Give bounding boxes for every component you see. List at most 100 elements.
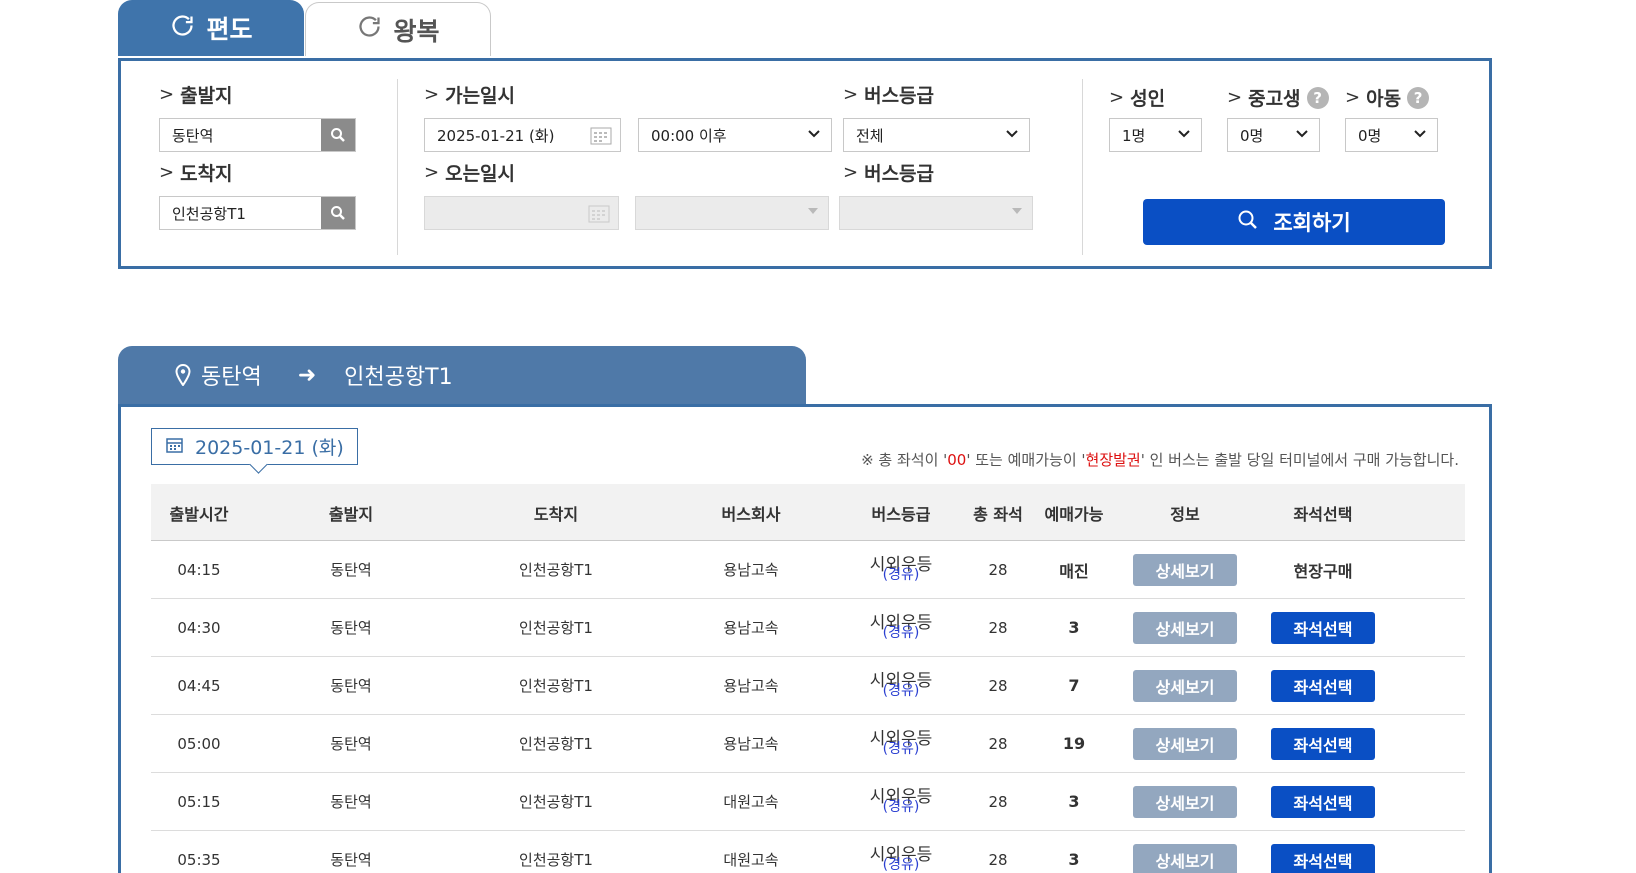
total-seats-cell: 28 xyxy=(988,676,1008,695)
departure-cell: 동탄역 xyxy=(330,677,372,695)
arrival-cell: 인천공항T1 xyxy=(519,561,593,579)
return-bus-grade-label: > 버스등급 xyxy=(843,162,935,185)
total-seats-cell: 28 xyxy=(988,734,1008,753)
location-pin-icon xyxy=(175,364,191,386)
grade-cell: 시외우등 (경유) xyxy=(851,715,951,772)
grade-cell: 시외우등 (경유) xyxy=(851,541,951,598)
go-date-label: > 가는일시 xyxy=(424,84,516,107)
youth-select[interactable]: 0명 xyxy=(1227,118,1320,152)
detail-button[interactable]: 상세보기 xyxy=(1133,611,1237,644)
seat-select-cell: 좌석선택 xyxy=(1271,599,1375,656)
go-date-value: 2025-01-21 (화) xyxy=(437,126,555,145)
calendar-icon xyxy=(166,436,183,458)
search-icon[interactable] xyxy=(321,119,355,151)
results-date-value: 2025-01-21 (화) xyxy=(195,437,344,459)
detail-button[interactable]: 상세보기 xyxy=(1133,669,1237,702)
go-time-select[interactable]: 00:00 이후 xyxy=(638,118,832,152)
available-cell: 19 xyxy=(1062,734,1086,753)
onsite-purchase-label: 현장구매 xyxy=(1293,561,1353,581)
info-cell: 상세보기 xyxy=(1133,541,1237,598)
arrival-field[interactable]: 인천공항T1 xyxy=(159,196,356,230)
search-icon[interactable] xyxy=(321,197,355,229)
adult-select[interactable]: 1명 xyxy=(1109,118,1202,152)
grade-cell: 시외우등 (경유) xyxy=(851,599,951,656)
info-cell: 상세보기 xyxy=(1133,657,1237,714)
tab-oneway[interactable]: 편도 xyxy=(118,0,304,56)
departure-label: > 출발지 xyxy=(159,84,233,107)
child-select[interactable]: 0명 xyxy=(1345,118,1438,152)
col-available: 예매가능 xyxy=(1044,504,1104,524)
departure-field[interactable]: 동탄역 xyxy=(159,118,356,152)
return-date-label: > 오는일시 xyxy=(424,162,516,185)
dropdown-arrow-icon xyxy=(1012,208,1022,214)
dropdown-arrow-icon xyxy=(808,208,818,214)
depart-time: 04:45 xyxy=(177,676,221,695)
bus-grade-label: > 버스등급 xyxy=(843,84,935,107)
detail-button[interactable]: 상세보기 xyxy=(1133,553,1237,586)
table-row: 04:45 동탄역 인천공항T1 용남고속 시외우등 (경유) 28 7 상세보기 좌석선택 xyxy=(151,657,1465,715)
available-cell: 매진 xyxy=(1059,561,1089,581)
arrival-cell: 인천공항T1 xyxy=(519,735,593,753)
tab-roundtrip[interactable]: 왕복 xyxy=(305,2,491,56)
seat-select-button[interactable]: 좌석선택 xyxy=(1271,843,1375,873)
child-value: 0명 xyxy=(1358,126,1382,145)
calendar-icon[interactable] xyxy=(590,127,612,149)
info-cell: 상세보기 xyxy=(1133,599,1237,656)
table-row: 05:00 동탄역 인천공항T1 용남고속 시외우등 (경유) 28 19 상세보기 좌석선택 xyxy=(151,715,1465,773)
purchase-notice: ※ 총 좌석이 '00' 또는 예매가능이 '현장발권' 인 버스는 출발 당일… xyxy=(861,451,1459,469)
route-header: 동탄역 ➜ 인천공항T1 xyxy=(118,346,806,404)
total-seats-cell: 28 xyxy=(988,560,1008,579)
help-icon[interactable]: ? xyxy=(1306,86,1329,109)
depart-time: 05:00 xyxy=(177,734,221,753)
col-arrival: 도착지 xyxy=(533,504,579,524)
arrow-right-icon: ➜ xyxy=(297,362,317,388)
youth-value: 0명 xyxy=(1240,126,1264,145)
depart-time: 04:15 xyxy=(177,560,221,579)
grade-sub: (경유) xyxy=(882,857,920,873)
available-cell: 3 xyxy=(1068,792,1080,811)
company-cell: 용남고속 xyxy=(723,561,779,579)
seat-select-cell: 현장구매 xyxy=(1271,541,1375,598)
departure-cell: 동탄역 xyxy=(330,793,372,811)
col-grade: 버스등급 xyxy=(871,504,931,524)
seat-select-button[interactable]: 좌석선택 xyxy=(1271,669,1375,702)
col-company: 버스회사 xyxy=(721,504,781,524)
go-time-value: 00:00 이후 xyxy=(651,126,727,145)
search-submit-button[interactable]: 조회하기 xyxy=(1143,199,1445,245)
detail-button[interactable]: 상세보기 xyxy=(1133,843,1237,873)
detail-button[interactable]: 상세보기 xyxy=(1133,785,1237,818)
seat-select-button[interactable]: 좌석선택 xyxy=(1271,785,1375,818)
company-cell: 대원고속 xyxy=(723,851,779,869)
divider xyxy=(397,79,398,255)
table-row: 05:15 동탄역 인천공항T1 대원고속 시외우등 (경유) 28 3 상세보기 좌석선택 xyxy=(151,773,1465,831)
depart-time: 05:35 xyxy=(177,850,221,869)
adult-value: 1명 xyxy=(1122,126,1146,145)
help-icon[interactable]: ? xyxy=(1407,86,1430,109)
child-label: > 아동? xyxy=(1345,84,1430,111)
table-header: 출발시간 출발지 도착지 버스회사 버스등급 총 좌석 예매가능 정보 좌석선택 xyxy=(151,484,1465,541)
col-total-seats: 총 좌석 xyxy=(973,504,1023,524)
total-seats-cell: 28 xyxy=(988,850,1008,869)
col-depart-time: 출발시간 xyxy=(169,504,229,524)
return-time-select xyxy=(635,196,829,230)
arrival-cell: 인천공항T1 xyxy=(519,677,593,695)
grade-sub: (경유) xyxy=(882,799,920,815)
company-cell: 용남고속 xyxy=(723,619,779,637)
chevron-down-icon xyxy=(1005,128,1019,143)
youth-label: > 중고생? xyxy=(1227,84,1329,111)
total-seats-cell: 28 xyxy=(988,618,1008,637)
return-date-field xyxy=(424,196,619,230)
seat-select-cell: 좌석선택 xyxy=(1271,657,1375,714)
company-cell: 용남고속 xyxy=(723,735,779,753)
table-row: 04:15 동탄역 인천공항T1 용남고속 시외우등 (경유) 28 매진 상세보기 현장구매 xyxy=(151,541,1465,599)
seat-select-button[interactable]: 좌석선택 xyxy=(1271,727,1375,760)
detail-button[interactable]: 상세보기 xyxy=(1133,727,1237,760)
departure-value: 동탄역 xyxy=(172,126,214,145)
go-date-field[interactable]: 2025-01-21 (화) xyxy=(424,118,621,152)
available-cell: 3 xyxy=(1068,850,1080,869)
seat-select-button[interactable]: 좌석선택 xyxy=(1271,611,1375,644)
route-from: 동탄역 xyxy=(201,365,262,390)
calendar-icon xyxy=(588,205,610,227)
bus-grade-select[interactable]: 전체 xyxy=(843,118,1030,152)
chevron-down-icon xyxy=(1413,128,1427,143)
